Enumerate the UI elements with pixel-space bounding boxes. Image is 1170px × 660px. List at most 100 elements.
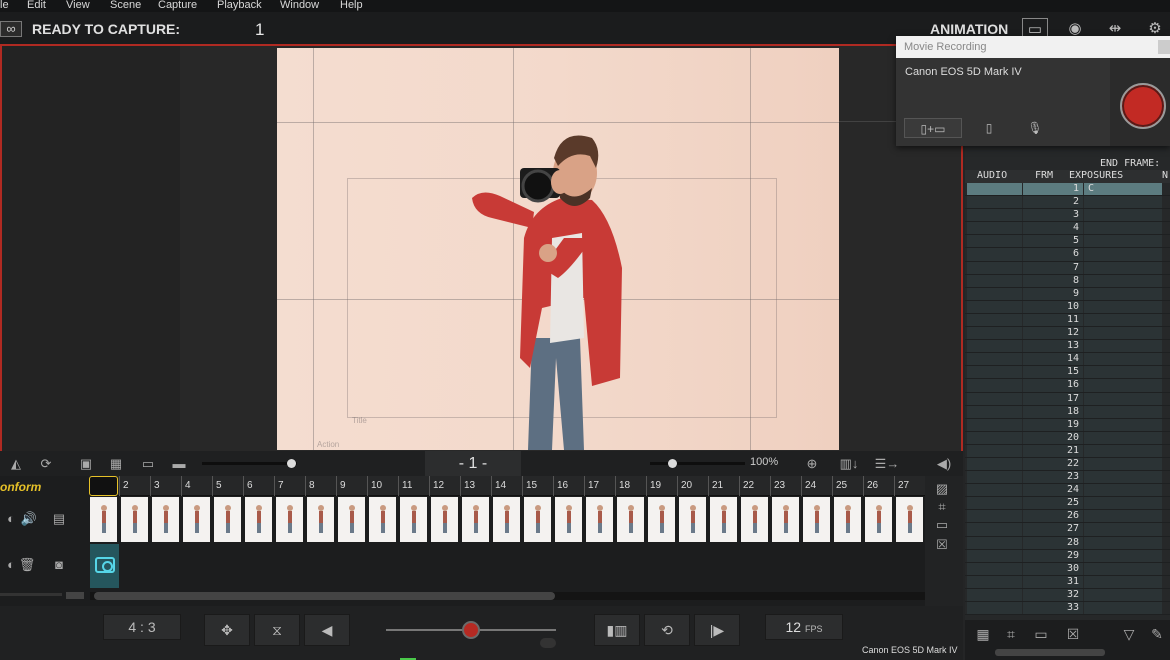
xsheet-row[interactable]: 19	[965, 418, 1170, 432]
menu-scene[interactable]: Scene	[110, 0, 141, 11]
audio-cell[interactable]	[967, 575, 1022, 588]
filter-icon[interactable]: ▽	[1117, 625, 1141, 643]
xsheet-scrollbar[interactable]	[995, 649, 1105, 656]
audio-track-icon[interactable]: 🔊	[18, 510, 40, 528]
frame-thumbnail[interactable]	[803, 497, 832, 542]
exposure-cell[interactable]	[1084, 366, 1162, 379]
audio-cell[interactable]	[967, 510, 1022, 523]
audio-cell[interactable]	[967, 405, 1022, 418]
frame-thumbnail[interactable]	[183, 497, 212, 542]
frame-thumbnail[interactable]	[772, 497, 801, 542]
audio-cell[interactable]	[967, 379, 1022, 392]
xsheet-row[interactable]: 13	[965, 340, 1170, 354]
xsheet-row[interactable]: 31	[965, 575, 1170, 589]
list-arrow-icon[interactable]: ☰→	[872, 454, 902, 473]
xsheet-row[interactable]: 15	[965, 366, 1170, 380]
column-notes[interactable]: N	[1162, 170, 1168, 181]
audio-cell[interactable]	[967, 183, 1022, 196]
xsheet-row[interactable]: 24	[965, 484, 1170, 498]
audio-cell[interactable]	[967, 340, 1022, 353]
frame-thumbnail[interactable]	[679, 497, 708, 542]
menu-window[interactable]: Window	[280, 0, 319, 11]
exposure-cell[interactable]	[1084, 235, 1162, 248]
frame-thumbnail[interactable]	[214, 497, 243, 542]
audio-cell[interactable]	[967, 562, 1022, 575]
xsheet-row[interactable]: 30	[965, 562, 1170, 576]
toggle-view-icon[interactable]: ✥	[204, 614, 250, 646]
fps-selector[interactable]: 12 FPS	[765, 614, 843, 640]
playhead[interactable]	[89, 476, 118, 496]
frame-thumbnail[interactable]	[648, 497, 677, 542]
column-exposures[interactable]: EXPOSURES	[1069, 170, 1123, 181]
xsheet-row[interactable]: 32	[965, 588, 1170, 602]
timeline-zoom-icon[interactable]: ▥↓	[834, 454, 864, 473]
frame-thumbnail[interactable]	[896, 497, 925, 542]
exposure-cell[interactable]	[1084, 327, 1162, 340]
audio-cell[interactable]	[967, 418, 1022, 431]
audio-cell[interactable]	[967, 602, 1022, 615]
zoom-knob[interactable]	[668, 459, 677, 468]
film-track-icon[interactable]: ▤	[48, 510, 70, 528]
xsheet-row[interactable]: 12	[965, 327, 1170, 341]
audio-cell[interactable]	[967, 222, 1022, 235]
xsheet-row[interactable]: 18	[965, 405, 1170, 419]
xsheet-row[interactable]: 33	[965, 602, 1170, 616]
capture-slot[interactable]	[90, 544, 119, 588]
exposure-cell[interactable]	[1084, 431, 1162, 444]
audio-cell[interactable]	[967, 274, 1022, 287]
exposure-cell[interactable]	[1084, 340, 1162, 353]
xsheet-row[interactable]: 28	[965, 536, 1170, 550]
xsheet-row[interactable]: 2	[965, 196, 1170, 210]
conform-label[interactable]: onform	[0, 480, 41, 494]
frame-thumbnail[interactable]	[338, 497, 367, 542]
xsheet-row[interactable]: 23	[965, 471, 1170, 485]
audio-cell[interactable]	[967, 471, 1022, 484]
playback-slider-knob[interactable]	[462, 621, 480, 639]
xsheet-row[interactable]: 9	[965, 287, 1170, 301]
step-back-icon[interactable]: ◀	[304, 614, 350, 646]
audio-cell[interactable]	[967, 353, 1022, 366]
timeline-ruler[interactable]: 2 3 4 5 6 7 8 9 10 11 12 13 14 15 16 17 18 19 20 21 22 23 24 25…	[90, 476, 925, 496]
exposure-cell[interactable]	[1084, 588, 1162, 601]
flip-icon[interactable]: ◭	[4, 454, 28, 473]
play-icon[interactable]: |▶	[694, 614, 740, 646]
exposure-cell[interactable]	[1084, 248, 1162, 261]
go-to-start-icon[interactable]: ⧖	[254, 614, 300, 646]
frame-icon[interactable]: ▭	[136, 454, 160, 473]
safe-area-icon[interactable]: ▣	[74, 454, 98, 473]
thumbnail-view-icon[interactable]: ▨	[931, 480, 953, 498]
widescreen-icon[interactable]: ▬	[167, 454, 191, 473]
exposure-cell[interactable]	[1084, 300, 1162, 313]
frame-thumbnail[interactable]	[741, 497, 770, 542]
xsheet-row[interactable]: 16	[965, 379, 1170, 393]
exposure-cell[interactable]	[1084, 536, 1162, 549]
frame-thumbnail[interactable]	[245, 497, 274, 542]
audio-cell[interactable]	[967, 497, 1022, 510]
audio-cell[interactable]	[967, 300, 1022, 313]
audio-cell[interactable]	[967, 313, 1022, 327]
audio-cell[interactable]	[967, 431, 1022, 444]
insert-icon[interactable]: ▭	[931, 516, 953, 534]
frame-thumbnail[interactable]	[307, 497, 336, 542]
xsheet-row[interactable]: 27	[965, 523, 1170, 537]
exposure-cell[interactable]	[1084, 353, 1162, 366]
infinity-icon[interactable]: ∞	[0, 21, 22, 37]
audio-cell[interactable]	[967, 444, 1022, 457]
audio-cell[interactable]	[967, 549, 1022, 562]
xsheet-row[interactable]: 11	[965, 313, 1170, 328]
audio-cell[interactable]	[967, 484, 1022, 497]
speaker-icon[interactable]: ◀)	[932, 454, 956, 473]
menu-view[interactable]: View	[66, 0, 90, 11]
onion-skin-slider[interactable]	[202, 462, 297, 465]
volume-toggle[interactable]	[540, 638, 556, 648]
short-play-icon[interactable]: ▮▥	[594, 614, 640, 646]
exposure-cell[interactable]	[1084, 497, 1162, 510]
audio-cell[interactable]	[967, 588, 1022, 601]
zoom-slider[interactable]	[650, 462, 745, 465]
xsheet-row[interactable]: 26	[965, 510, 1170, 524]
audio-cell[interactable]	[967, 392, 1022, 405]
exposure-cell[interactable]	[1084, 602, 1162, 615]
audio-cell[interactable]	[967, 196, 1022, 209]
audio-cell[interactable]	[967, 366, 1022, 379]
exposure-cell[interactable]	[1084, 405, 1162, 418]
